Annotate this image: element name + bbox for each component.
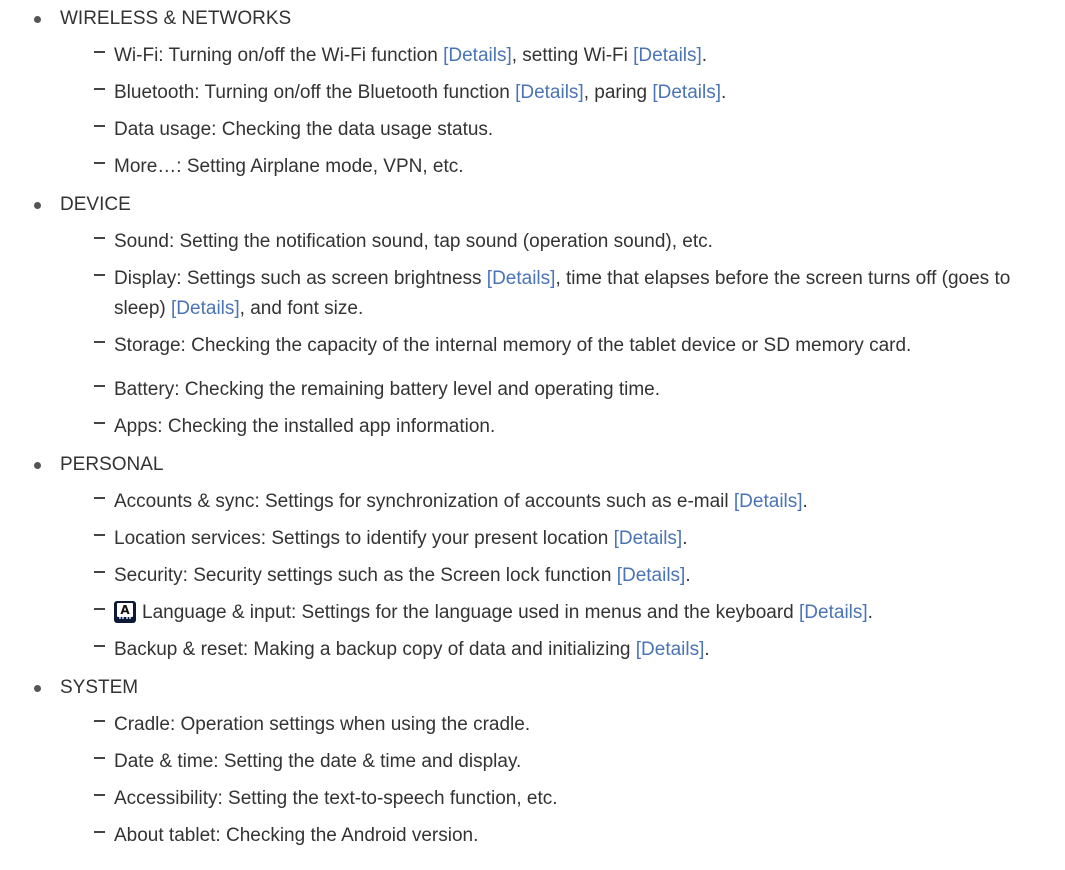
settings-section-list: WIRELESS & NETWORKS Wi-Fi: Turning on/of… [34,0,1065,855]
list-item-accessibility: Accessibility: Setting the text-to-speec… [94,781,1065,818]
list-item-backup-reset: Backup & reset: Making a backup copy of … [94,632,1065,669]
details-link[interactable]: [Details] [515,82,584,103]
item-text: Accounts & sync: Settings for synchroniz… [114,491,734,512]
item-text-end: , and font size. [239,298,364,319]
item-text-end: . [685,565,691,586]
item-text-end: . [682,528,688,549]
item-text: Location services: Settings to identify … [114,528,614,549]
details-link[interactable]: [Details] [633,45,702,66]
list-item-sound: Sound: Setting the notification sound, t… [94,224,1065,261]
item-text: Backup & reset: Making a backup copy of … [114,639,636,660]
item-text: Apps: Checking the installed app informa… [114,416,496,437]
item-text: Accessibility: Setting the text-to-speec… [114,788,558,809]
item-text-end: . [802,491,808,512]
item-text: Cradle: Operation settings when using th… [114,714,531,735]
item-text-end: . [867,602,873,623]
item-text: Battery: Checking the remaining battery … [114,379,661,400]
list-item-apps: Apps: Checking the installed app informa… [94,409,1065,446]
item-text-end: . [704,639,710,660]
item-text: Language & input: Settings for the langu… [142,602,800,623]
list-item-language-input: A Language & input: Settings for the lang… [94,595,1065,632]
item-text: Date & time: Setting the date & time and… [114,751,522,772]
bullet [34,16,41,23]
list-item-data-usage: Data usage: Checking the data usage stat… [94,112,1065,149]
item-list: Accounts & sync: Settings for synchroniz… [34,484,1065,669]
section-title: WIRELESS & NETWORKS [60,8,292,29]
list-item-security: Security: Security settings such as the … [94,558,1065,595]
list-item-bluetooth: Bluetooth: Turning on/off the Bluetooth … [94,75,1065,112]
item-text: Display: Settings such as screen brightn… [114,268,487,289]
list-item-more: More…: Setting Airplane mode, VPN, etc. [94,149,1065,186]
list-item-location-services: Location services: Settings to identify … [94,521,1065,558]
list-item-display: Display: Settings such as screen brightn… [94,261,1065,328]
section-device: DEVICE Sound: Setting the notification s… [34,186,1065,446]
list-item-about-tablet: About tablet: Checking the Android versi… [94,818,1065,855]
bullet [34,202,41,209]
item-list: Sound: Setting the notification sound, t… [34,224,1065,446]
details-link[interactable]: [Details] [171,298,240,319]
item-text: Storage: Checking the capacity of the in… [114,335,912,356]
item-list: Cradle: Operation settings when using th… [34,707,1065,855]
item-text: Security: Security settings such as the … [114,565,617,586]
details-link[interactable]: [Details] [799,602,868,623]
settings-overview: WIRELESS & NETWORKS Wi-Fi: Turning on/of… [0,0,1065,855]
item-text: More…: Setting Airplane mode, VPN, etc. [114,156,464,177]
list-item-storage: Storage: Checking the capacity of the in… [94,328,1065,372]
section-personal: PERSONAL Accounts & sync: Settings for s… [34,446,1065,669]
list-item-accounts-sync: Accounts & sync: Settings for synchroniz… [94,484,1065,521]
icon-letter: A [117,603,133,617]
item-text-mid: , paring [583,82,653,103]
list-item-date-time: Date & time: Setting the date & time and… [94,744,1065,781]
section-title: SYSTEM [60,677,139,698]
details-link[interactable]: [Details] [734,491,803,512]
language-input-icon: A [114,601,136,623]
details-link[interactable]: [Details] [614,528,683,549]
item-text: Wi-Fi: Turning on/off the Wi-Fi function [114,45,444,66]
list-item-cradle: Cradle: Operation settings when using th… [94,707,1065,744]
list-item-battery: Battery: Checking the remaining battery … [94,372,1065,409]
details-link[interactable]: [Details] [443,45,512,66]
section-title: DEVICE [60,194,131,215]
section-system: SYSTEM Cradle: Operation settings when u… [34,669,1065,855]
item-list: Wi-Fi: Turning on/off the Wi-Fi function… [34,38,1065,186]
bullet [34,462,41,469]
bullet [34,685,41,692]
details-link[interactable]: [Details] [487,268,556,289]
item-text-end: . [701,45,708,66]
details-link[interactable]: [Details] [652,82,721,103]
item-text: Data usage: Checking the data usage stat… [114,119,494,140]
details-link[interactable]: [Details] [636,639,705,660]
item-text: About tablet: Checking the Android versi… [114,825,479,846]
section-title: PERSONAL [60,454,164,475]
item-text-end: . [721,82,727,103]
list-item-wifi: Wi-Fi: Turning on/off the Wi-Fi function… [94,38,1065,75]
item-text: Bluetooth: Turning on/off the Bluetooth … [114,82,516,103]
details-link[interactable]: [Details] [617,565,686,586]
section-wireless-networks: WIRELESS & NETWORKS Wi-Fi: Turning on/of… [34,0,1065,186]
item-text-mid: , setting Wi-Fi [511,45,634,66]
item-text: Sound: Setting the notification sound, t… [114,231,713,252]
